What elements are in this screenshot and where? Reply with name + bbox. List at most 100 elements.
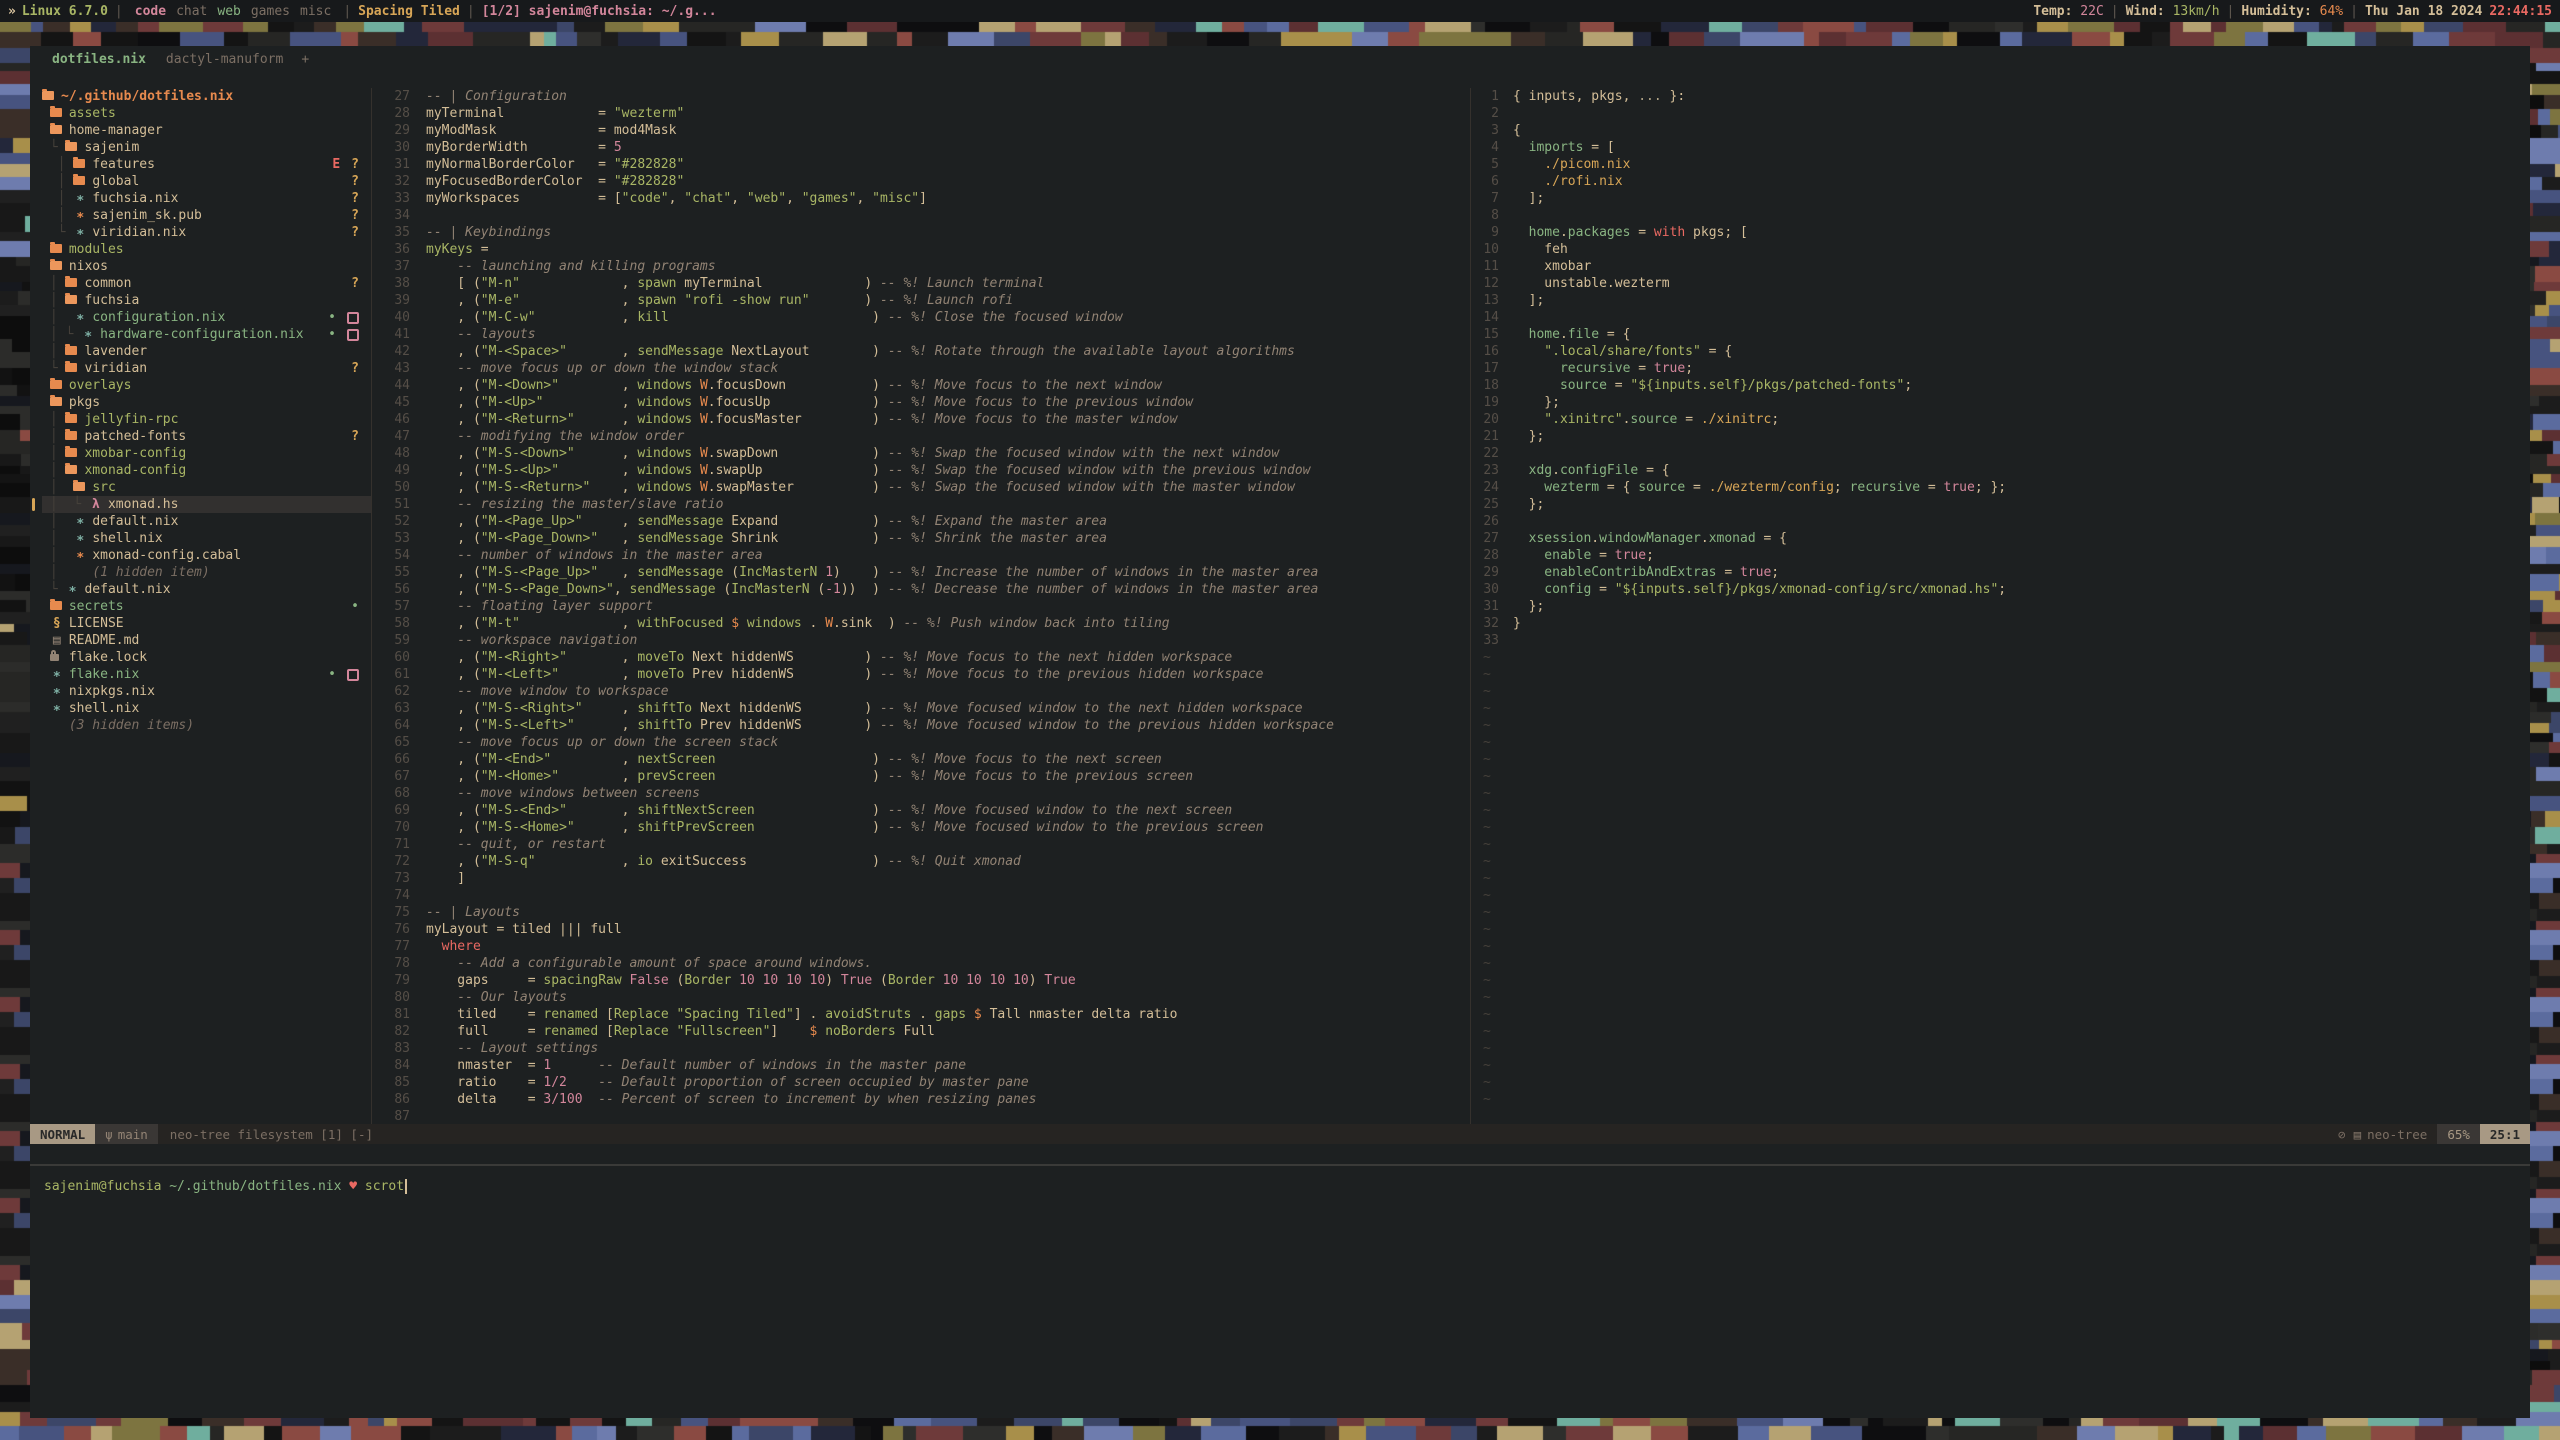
editor-pane-nix[interactable]: 1{ inputs, pkgs, ... }:23{4 imports = [5…: [1471, 88, 2530, 1124]
code-text: xmobar: [1513, 258, 1591, 275]
empty-buffer-line: ~: [1471, 1091, 2530, 1108]
code-text: , ("M-S-<Down>" , windows W.swapDown ) -…: [426, 445, 1279, 462]
tree-guide: │: [42, 462, 65, 479]
tree-guide: [42, 394, 50, 411]
workspace-web[interactable]: web: [217, 4, 240, 19]
tree-item-label: xmonad.hs: [108, 496, 178, 513]
tree-item-global[interactable]: │ global?: [42, 173, 371, 190]
tree-guide: │: [42, 445, 65, 462]
tree-item--.github-dotfiles.nix[interactable]: ~/.github/dotfiles.nix: [42, 88, 371, 105]
shell-prompt[interactable]: sajenim@fuchsia ~/.github/dotfiles.nix ♥…: [44, 1178, 2530, 1195]
tree-item-nixos[interactable]: nixos: [42, 258, 371, 275]
tree-item-viridian[interactable]: └ viridian?: [42, 360, 371, 377]
tree-item-label: modules: [69, 241, 124, 258]
tree-guide: [42, 683, 50, 700]
code-text: , ("M-<Up>" , windows W.focusUp ) -- %! …: [426, 394, 1193, 411]
empty-buffer-line: ~: [1471, 649, 2530, 666]
tree-item-nixpkgs.nix[interactable]: ∗nixpkgs.nix: [42, 683, 371, 700]
tree-item-flake.nix[interactable]: ∗flake.nix•: [42, 666, 371, 683]
empty-buffer-line: ~: [1471, 921, 2530, 938]
tree-item-secrets[interactable]: secrets•: [42, 598, 371, 615]
tree-item-badges: ?: [351, 173, 359, 190]
tree-guide: │: [42, 292, 65, 309]
tilde-marker: ~: [1471, 785, 1491, 802]
tree-item-lavender[interactable]: │ lavender: [42, 343, 371, 360]
new-tab-button[interactable]: +: [293, 52, 317, 67]
line-number: 25: [1471, 496, 1513, 513]
code-line: 85 ratio = 1/2 -- Default proportion of …: [372, 1074, 1470, 1091]
workspace-misc[interactable]: misc: [300, 4, 331, 19]
line-number: 52: [372, 513, 426, 530]
tree-item-src[interactable]: │ src: [42, 479, 371, 496]
workspace-chat[interactable]: chat: [176, 4, 207, 19]
shell-pane[interactable]: sajenim@fuchsia ~/.github/dotfiles.nix ♥…: [30, 1166, 2530, 1418]
code-text: -- launching and killing programs: [426, 258, 716, 275]
nvim-cmdline[interactable]: [30, 1144, 2530, 1162]
tree-guide: [42, 615, 50, 632]
tree-item-default.nix[interactable]: │ ∗default.nix: [42, 513, 371, 530]
code-line: 24 wezterm = { source = ./wezterm/config…: [1471, 479, 2530, 496]
tree-item-features[interactable]: │ featuresE?: [42, 156, 371, 173]
tree-item-default.nix[interactable]: └ ∗default.nix: [42, 581, 371, 598]
tree-item-label: shell.nix: [92, 530, 162, 547]
tree-item-hardware-configuration.nix[interactable]: │ └ ∗hardware-configuration.nix•: [42, 326, 371, 343]
tree-item-shell.nix[interactable]: │ ∗shell.nix: [42, 530, 371, 547]
code-line: 60 , ("M-<Right>" , moveTo Next hiddenWS…: [372, 649, 1470, 666]
tree-item-modules[interactable]: modules: [42, 241, 371, 258]
separator: |: [2343, 4, 2365, 19]
tree-item-sajenim[interactable]: └ sajenim: [42, 139, 371, 156]
code-line: 77 where: [372, 938, 1470, 955]
cursor-position: 25:1: [2480, 1124, 2530, 1144]
tree-item-patched-fonts[interactable]: │ patched-fonts?: [42, 428, 371, 445]
editor-pane-xmonad-hs[interactable]: 27-- | Configuration28myTerminal = "wezt…: [372, 88, 1470, 1124]
code-line: 65 -- move focus up or down the screen s…: [372, 734, 1470, 751]
tree-item-jellyfin-rpc[interactable]: │ jellyfin-rpc: [42, 411, 371, 428]
tree-item-flake.lock[interactable]: flake.lock: [42, 649, 371, 666]
line-number: 22: [1471, 445, 1513, 462]
tree-item-configuration.nix[interactable]: │ ∗configuration.nix•: [42, 309, 371, 326]
code-line: 44 , ("M-<Down>" , windows W.focusDown )…: [372, 377, 1470, 394]
file-tree-panel[interactable]: ~/.github/dotfiles.nix assets home-manag…: [30, 88, 371, 1124]
tree-item-LICENSE[interactable]: §LICENSE: [42, 615, 371, 632]
empty-buffer-line: ~: [1471, 870, 2530, 887]
tab-dotfiles[interactable]: dotfiles.nix: [42, 52, 156, 67]
tree-item--1-hidden-item-[interactable]: │ (1 hidden item): [42, 564, 371, 581]
code-text: -- workspace navigation: [426, 632, 637, 649]
tree-item-label: hardware-configuration.nix: [100, 326, 304, 343]
tree-item-xmonad-config[interactable]: │ xmonad-config: [42, 462, 371, 479]
code-text: gaps = spacingRaw False (Border 10 10 10…: [426, 972, 1076, 989]
line-number: 56: [372, 581, 426, 598]
tab-dactyl-manuform[interactable]: dactyl-manuform: [156, 52, 293, 67]
tree-item-pkgs[interactable]: pkgs: [42, 394, 371, 411]
code-text: , ("M-S-<Page_Up>" , sendMessage (IncMas…: [426, 564, 1318, 581]
tilde-marker: ~: [1471, 989, 1491, 1006]
code-text: source = "${inputs.self}/pkgs/patched-fo…: [1513, 377, 1912, 394]
tree-item-home-manager[interactable]: home-manager: [42, 122, 371, 139]
tree-item--3-hidden-items-[interactable]: (3 hidden items): [42, 717, 371, 734]
tree-guide: [42, 649, 50, 666]
tree-guide: │ └: [42, 326, 81, 343]
tree-item-fuchsia[interactable]: │ fuchsia: [42, 292, 371, 309]
tree-item-assets[interactable]: assets: [42, 105, 371, 122]
tree-item-shell.nix[interactable]: ∗shell.nix: [42, 700, 371, 717]
tree-item-label: flake.nix: [69, 666, 139, 683]
line-number: 61: [372, 666, 426, 683]
tree-item-badges: ?: [351, 224, 359, 241]
workspace-games[interactable]: games: [251, 4, 290, 19]
line-number: 55: [372, 564, 426, 581]
tree-item-viridian.nix[interactable]: └ ∗viridian.nix?: [42, 224, 371, 241]
tree-item-xmonad-config.cabal[interactable]: │ ∗xmonad-config.cabal: [42, 547, 371, 564]
code-line: 17 recursive = true;: [1471, 360, 2530, 377]
code-text: , ("M-S-<Up>" , windows W.swapUp ) -- %!…: [426, 462, 1310, 479]
tree-item-xmobar-config[interactable]: │ xmobar-config: [42, 445, 371, 462]
tree-item-fuchsia.nix[interactable]: │ ∗fuchsia.nix?: [42, 190, 371, 207]
line-number: 67: [372, 768, 426, 785]
tree-item-xmonad.hs[interactable]: │ └ λxmonad.hs: [42, 496, 371, 513]
tree-item-README.md[interactable]: ▤README.md: [42, 632, 371, 649]
code-line: 86 delta = 3/100 -- Percent of screen to…: [372, 1091, 1470, 1108]
tree-item-overlays[interactable]: overlays: [42, 377, 371, 394]
tree-item-common[interactable]: │ common?: [42, 275, 371, 292]
workspace-code[interactable]: code: [135, 4, 166, 19]
tree-item-sajenim-sk.pub[interactable]: │ ∗sajenim_sk.pub?: [42, 207, 371, 224]
line-number: 64: [372, 717, 426, 734]
